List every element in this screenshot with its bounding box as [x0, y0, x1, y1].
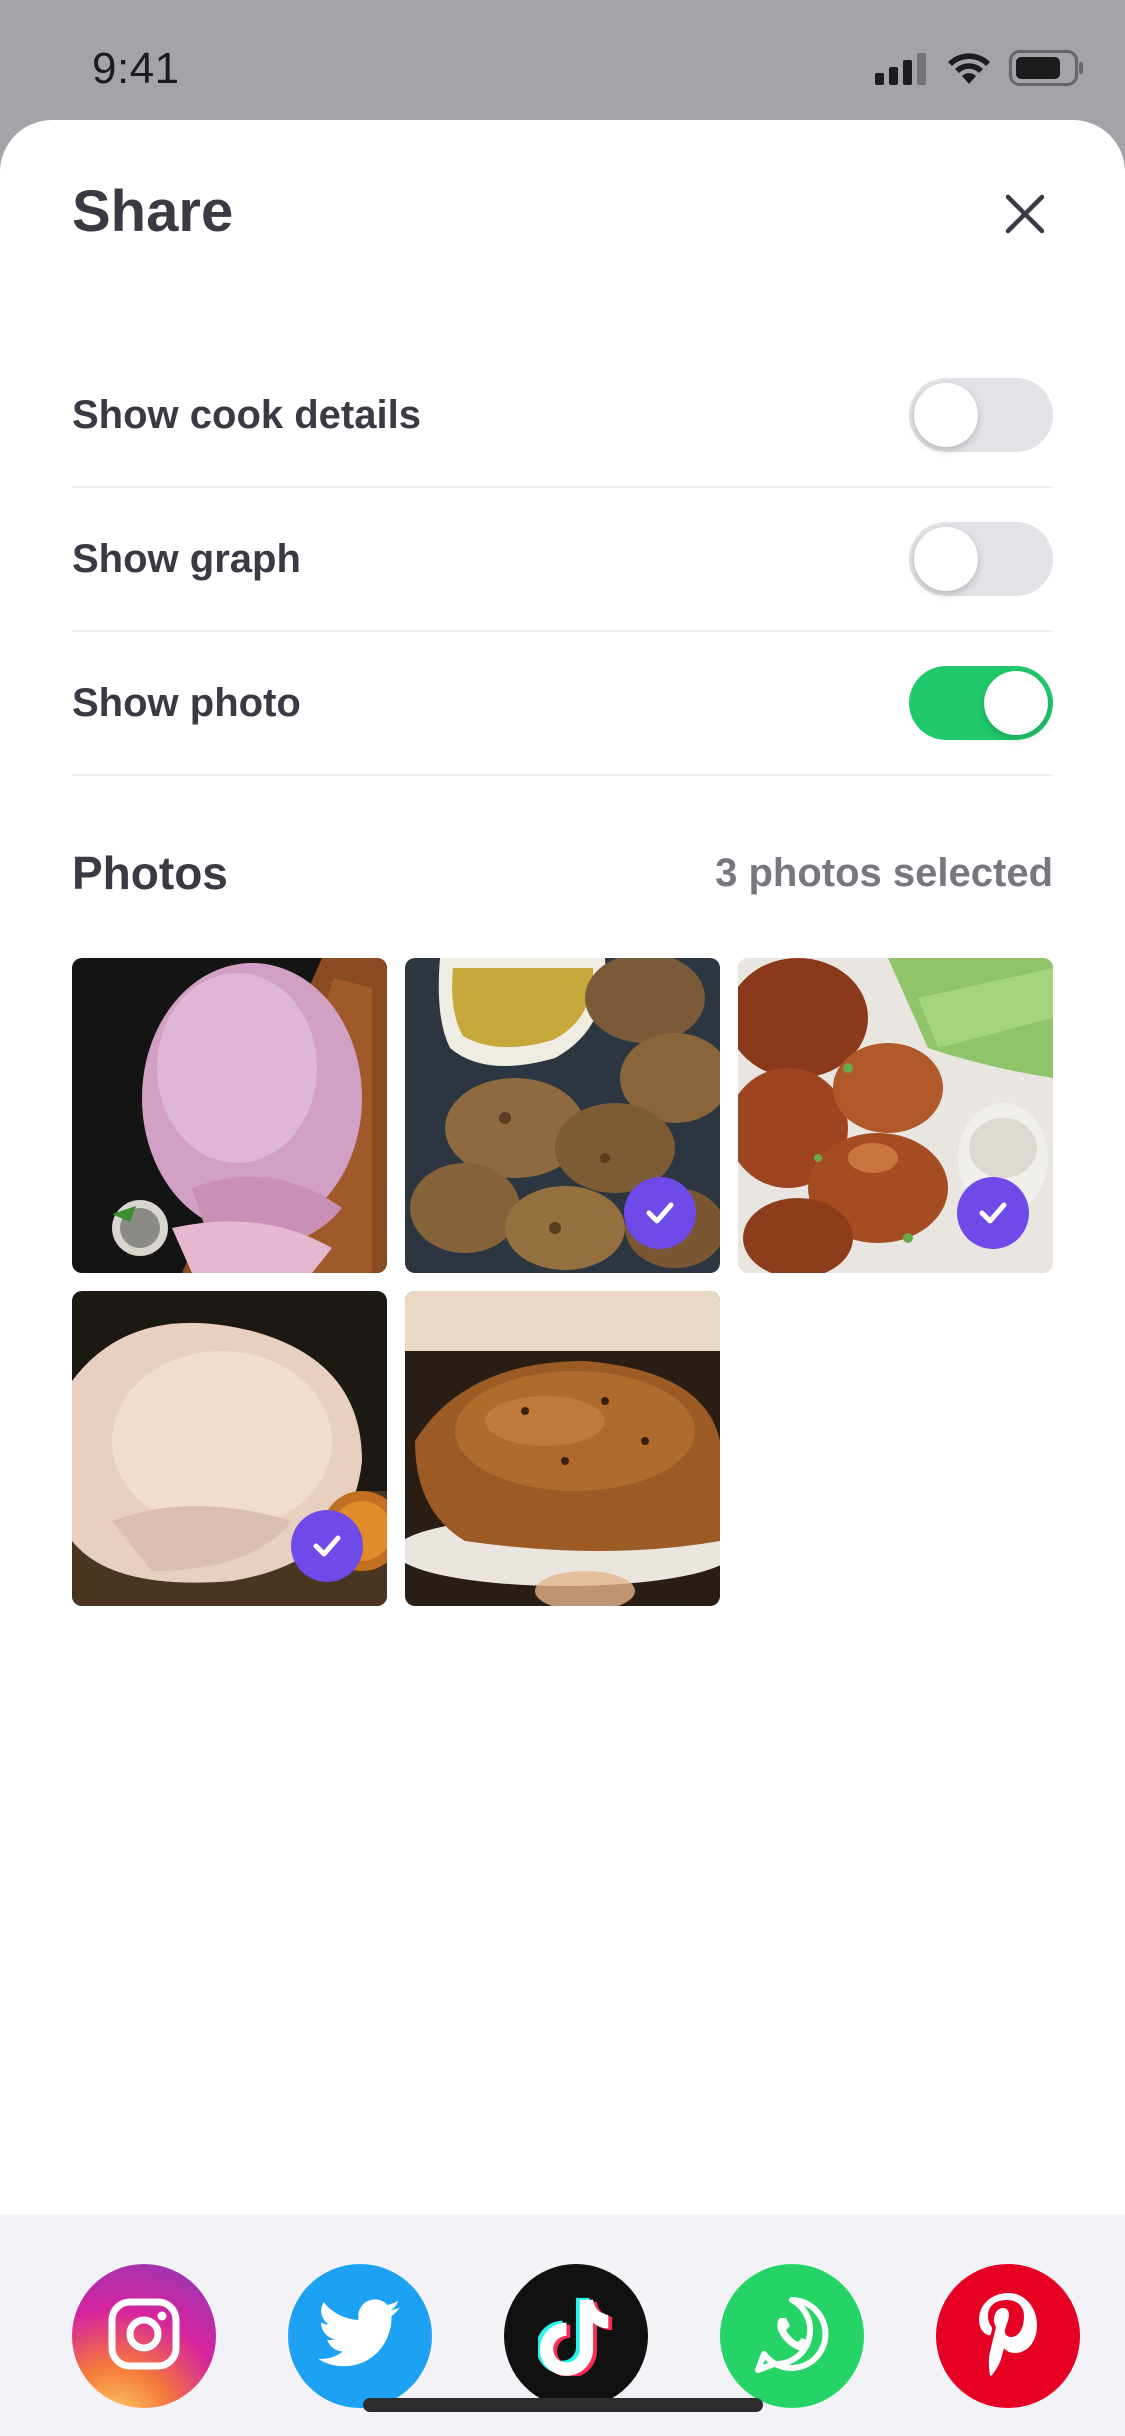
photo-grid	[72, 958, 1053, 1606]
share-sheet: Share Show cook details Show graph Show …	[0, 120, 1125, 2436]
checkmark-icon	[646, 1202, 674, 1224]
wifi-icon	[947, 51, 991, 90]
photo-thumbnail[interactable]	[405, 958, 720, 1273]
toggle-knob	[984, 671, 1048, 735]
close-button[interactable]	[997, 188, 1053, 244]
photos-selected-count: 3 photos selected	[715, 850, 1053, 895]
sheet-title: Share	[72, 179, 234, 244]
share-twitter-button[interactable]	[288, 2264, 432, 2408]
twitter-icon	[317, 2298, 402, 2374]
close-icon	[1003, 192, 1047, 241]
setting-row-photo: Show photo	[72, 632, 1053, 776]
screen: 9:41 Share Show cook details Show graph …	[0, 0, 1125, 2436]
battery-icon	[1009, 49, 1085, 91]
toggle-knob	[914, 383, 978, 447]
photo-thumbnail[interactable]	[72, 1291, 387, 1606]
share-whatsapp-button[interactable]	[720, 2264, 864, 2408]
whatsapp-icon	[750, 2292, 834, 2381]
photo-thumbnail[interactable]	[72, 958, 387, 1273]
selected-check-badge	[957, 1177, 1029, 1249]
setting-label: Show cook details	[72, 392, 421, 437]
selected-check-badge	[291, 1510, 363, 1582]
photos-header: Photos 3 photos selected	[72, 846, 1053, 900]
checkmark-icon	[313, 1535, 341, 1557]
status-bar: 9:41	[0, 0, 1125, 120]
home-indicator[interactable]	[363, 2398, 763, 2412]
status-icons	[875, 49, 1085, 91]
setting-label: Show graph	[72, 536, 301, 581]
show-photo-toggle[interactable]	[909, 666, 1053, 740]
photo-thumbnail[interactable]	[405, 1291, 720, 1606]
setting-row-graph: Show graph	[72, 488, 1053, 632]
share-pinterest-button[interactable]	[936, 2264, 1080, 2408]
show-cook-details-toggle[interactable]	[909, 378, 1053, 452]
pinterest-icon	[973, 2289, 1043, 2384]
share-tiktok-button[interactable]	[504, 2264, 648, 2408]
tiktok-icon	[536, 2292, 614, 2381]
toggle-knob	[914, 527, 978, 591]
photos-title: Photos	[72, 847, 228, 899]
checkmark-icon	[979, 1202, 1007, 1224]
turkey-breast-photo	[72, 958, 387, 1273]
roasted-chicken-photo	[405, 1291, 720, 1606]
setting-label: Show photo	[72, 680, 301, 725]
share-settings: Show cook details Show graph Show photo	[72, 344, 1053, 776]
photo-thumbnail[interactable]	[738, 958, 1053, 1273]
cellular-signal-icon	[875, 51, 929, 90]
setting-row-cook-details: Show cook details	[72, 344, 1053, 488]
show-graph-toggle[interactable]	[909, 522, 1053, 596]
share-instagram-button[interactable]	[72, 2264, 216, 2408]
selected-check-badge	[624, 1177, 696, 1249]
instagram-icon	[104, 2294, 184, 2379]
status-time: 9:41	[92, 44, 180, 93]
